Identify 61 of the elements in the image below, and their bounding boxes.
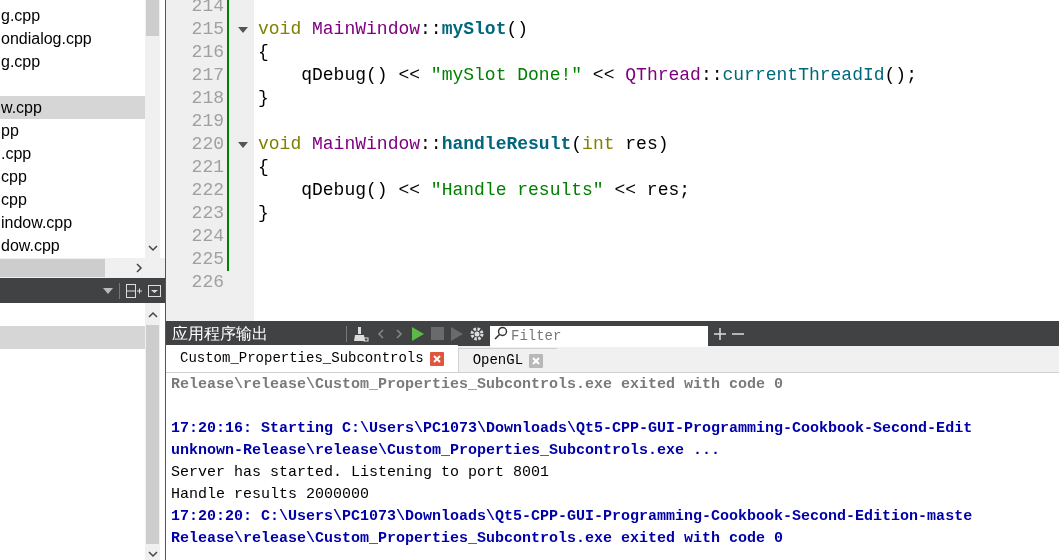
file-item[interactable]: dow.cpp — [0, 234, 145, 257]
close-panel-icon[interactable] — [148, 284, 161, 297]
brush-icon[interactable] — [353, 325, 369, 342]
line-number: 218 — [190, 87, 224, 110]
previous-icon[interactable] — [375, 327, 387, 340]
horizontal-scrollbar[interactable] — [0, 258, 165, 278]
line-number: 216 — [190, 41, 224, 64]
line-number: 221 — [190, 156, 224, 179]
next-icon[interactable] — [393, 327, 405, 340]
scrollbar[interactable] — [145, 303, 160, 560]
run-icon[interactable] — [411, 326, 425, 341]
code-line: qDebug() << "mySlot Done!" << QThread::currentThreadId(); — [300, 64, 917, 87]
fold-arrow-icon[interactable] — [238, 141, 248, 148]
output-line: Handle results 2000000 — [171, 485, 370, 505]
code-line: } — [258, 202, 269, 225]
scrollbar-thumb[interactable] — [146, 0, 159, 36]
file-item[interactable]: indow.cpp — [0, 211, 145, 234]
output-tab[interactable]: Custom_Properties_Subcontrols — [166, 345, 458, 372]
line-number: 220 — [190, 133, 224, 156]
code-line: void MainWindow::mySlot() — [258, 18, 529, 41]
output-line: Server has started. Listening to port 8001 — [171, 463, 550, 483]
file-item[interactable]: g.cpp — [0, 50, 145, 73]
add-icon[interactable] — [714, 327, 726, 340]
line-number: 217 — [190, 64, 224, 87]
scroll-right-icon[interactable] — [133, 262, 145, 274]
scroll-down-icon[interactable] — [146, 242, 159, 254]
code-line: } — [258, 87, 269, 110]
output-line: unknown-Release\release\Custom_Properties_Subcontrols.exe ... — [171, 441, 721, 461]
output-line: 17:20:20: C:\Users\PC1073\Downloads\Qt5-CPP-GUI-Programming-Cookbook-Second-Edition-maste — [171, 507, 973, 527]
code-line: void MainWindow::handleResult(int res) — [258, 133, 669, 156]
line-number: 215 — [190, 18, 224, 41]
scroll-down-icon[interactable] — [146, 548, 159, 560]
search-icon — [494, 326, 508, 340]
settings-icon[interactable] — [470, 326, 484, 341]
code-line: qDebug() << "Handle results" << res; — [300, 179, 691, 202]
code-line: { — [258, 41, 269, 64]
file-item[interactable]: pp — [0, 119, 145, 142]
line-number: 225 — [190, 248, 224, 271]
pane-title: 应用程序输出 — [172, 323, 269, 344]
line-number: 219 — [190, 110, 224, 133]
file-item[interactable]: cpp — [0, 188, 145, 211]
output-line: Release\release\Custom_Properties_Subcontrols.exe exited with code 0 — [171, 375, 784, 395]
close-icon[interactable] — [429, 351, 444, 366]
scrollbar[interactable] — [145, 0, 160, 258]
file-item[interactable]: ondialog.cpp — [0, 27, 145, 50]
file-item[interactable]: g.cpp — [0, 4, 145, 27]
output-tab[interactable]: OpenGL — [457, 348, 558, 372]
file-item[interactable]: cpp — [0, 165, 145, 188]
filter-field[interactable]: Filter — [490, 326, 708, 347]
file-item[interactable]: .cpp — [0, 142, 145, 165]
line-number: 224 — [190, 225, 224, 248]
output-line: 17:20:16: Starting C:\Users\PC1073\Downloads\Qt5-CPP-GUI-Programming-Cookbook-Second-Edit — [171, 419, 973, 439]
split-add-icon[interactable] — [126, 283, 142, 298]
dropdown-caret-icon[interactable] — [103, 287, 113, 294]
line-number: 222 — [190, 179, 224, 202]
output-line: Release\release\Custom_Properties_Subcontrols.exe exited with code 0 — [171, 529, 784, 549]
file-item[interactable]: w.cpp — [0, 96, 145, 119]
line-number: 223 — [190, 202, 224, 225]
line-number: 226 — [190, 271, 224, 294]
fold-arrow-icon[interactable] — [238, 26, 248, 33]
code-line: { — [258, 156, 269, 179]
